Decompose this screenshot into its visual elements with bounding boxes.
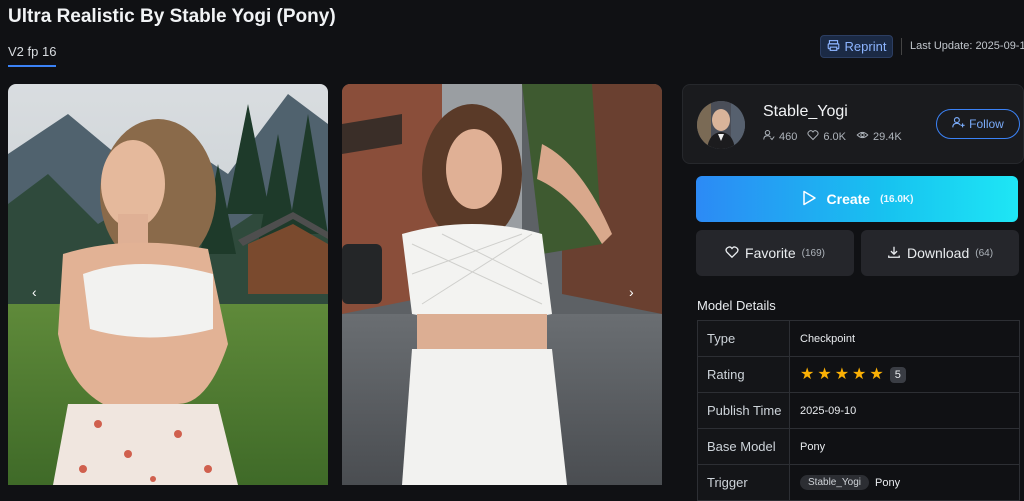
model-details-table: Type Checkpoint Rating ★ ★ ★ ★ ★ 5 Publi… (697, 320, 1020, 501)
detail-row-base-model: Base Model Pony (698, 429, 1019, 465)
creator-stats: 460 6.0K 29.4K (763, 129, 902, 144)
favorite-count: (169) (801, 247, 825, 259)
star-icon: ★ (834, 365, 850, 383)
follow-label: Follow (969, 117, 1004, 131)
star-icon: ★ (852, 365, 867, 383)
tab-version[interactable]: V2 fp 16 (8, 44, 57, 67)
reprint-button[interactable]: Reprint (820, 35, 893, 58)
download-button[interactable]: Download (64) (861, 230, 1019, 276)
create-count: (16.0K) (880, 193, 914, 205)
download-count: (64) (975, 247, 994, 259)
detail-key: Base Model (698, 429, 790, 464)
model-details-title: Model Details (697, 298, 776, 313)
rating-value: ★ ★ ★ ★ ★ 5 (790, 357, 1019, 392)
rating-number: 5 (889, 366, 906, 383)
header-divider (901, 38, 902, 55)
follow-button[interactable]: Follow (936, 109, 1020, 139)
creator-name[interactable]: Stable_Yogi (763, 103, 848, 121)
last-update-label: Last Update: (910, 40, 973, 52)
views-stat: 29.4K (856, 129, 902, 144)
followers-count: 460 (779, 130, 798, 143)
followers-stat: 460 (763, 129, 797, 144)
gallery-image-2[interactable] (342, 84, 662, 485)
reprint-label: Reprint (844, 39, 887, 54)
page-title: Ultra Realistic By Stable Yogi (Pony) (8, 6, 336, 27)
download-label: Download (906, 245, 970, 261)
detail-key: Trigger (698, 465, 790, 500)
eye-icon (856, 129, 869, 144)
favorite-label: Favorite (745, 245, 796, 261)
create-label: Create (826, 191, 871, 207)
trigger-values: Stable_Yogi Pony (790, 465, 1019, 500)
detail-row-type: Type Checkpoint (698, 321, 1019, 357)
detail-key: Rating (698, 357, 790, 392)
detail-key: Type (698, 321, 790, 356)
heart-icon (807, 129, 819, 144)
likes-count: 6.0K (823, 130, 846, 143)
user-check-icon (763, 129, 775, 144)
trigger-extra: Pony (875, 476, 901, 489)
gallery-prev-arrow[interactable]: ‹ (32, 284, 37, 300)
heart-icon (725, 245, 739, 262)
detail-key: Publish Time (698, 393, 790, 428)
avatar[interactable] (697, 101, 745, 149)
gallery-image-1[interactable] (8, 84, 328, 485)
download-icon (887, 245, 901, 262)
gallery-next-arrow[interactable]: › (629, 284, 634, 300)
star-icon: ★ (800, 365, 815, 383)
likes-stat: 6.0K (807, 129, 846, 144)
print-icon (827, 39, 840, 55)
trigger-tag[interactable]: Stable_Yogi (800, 475, 870, 490)
rating-stars: ★ ★ ★ ★ ★ (800, 365, 884, 383)
detail-value: 2025-09-10 (800, 404, 857, 417)
views-count: 29.4K (873, 130, 902, 143)
detail-value: Checkpoint (800, 332, 856, 345)
star-icon: ★ (817, 365, 832, 383)
favorite-button[interactable]: Favorite (169) (696, 230, 854, 276)
star-icon: ★ (869, 365, 884, 383)
detail-row-publish: Publish Time 2025-09-10 (698, 393, 1019, 429)
last-update-value: 2025-09-1 (975, 40, 1024, 52)
last-update: Last Update: 2025-09-1 (910, 40, 1024, 52)
play-icon (801, 190, 817, 209)
detail-value: Pony (800, 440, 826, 453)
detail-row-trigger: Trigger Stable_Yogi Pony (698, 465, 1019, 501)
detail-row-rating: Rating ★ ★ ★ ★ ★ 5 (698, 357, 1019, 393)
create-button[interactable]: Create (16.0K) (696, 176, 1018, 222)
user-plus-icon (952, 116, 965, 132)
